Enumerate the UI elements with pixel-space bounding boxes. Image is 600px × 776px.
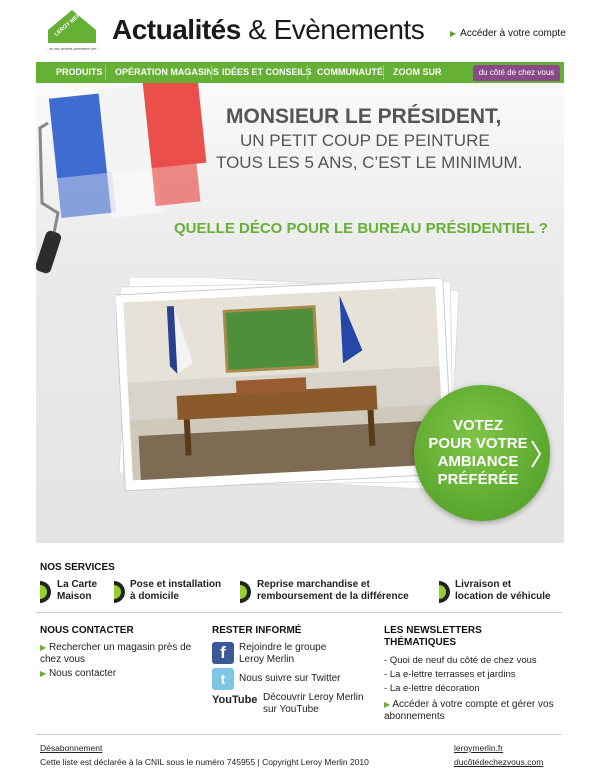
service-carte-maison[interactable]: La Carte Maison xyxy=(57,579,97,603)
chevron-right-icon xyxy=(531,440,542,468)
svg-text:...et vos envies prennent vie: ...et vos envies prennent vie ! xyxy=(46,46,98,51)
vote-button[interactable]: VOTEZ POUR VOTRE AMBIANCE PRÉFÉRÉE xyxy=(414,385,550,521)
service-bullet-icon xyxy=(40,581,51,603)
newsletter-item[interactable]: - La e-lettre décoration xyxy=(384,683,480,694)
vote-line3: AMBIANCE xyxy=(437,453,519,470)
service-bullet-icon xyxy=(240,581,251,603)
header: LEROY MERLIN ...et vos envies prennent v… xyxy=(0,0,600,60)
manage-subscriptions-link[interactable]: ▶ Accéder à votre compte et gérer vos ab… xyxy=(384,699,559,723)
vote-line4: PRÉFÉRÉE xyxy=(437,471,519,488)
service-bullet-icon xyxy=(114,581,125,603)
arrow-icon: ▶ xyxy=(384,700,391,709)
divider xyxy=(36,612,562,613)
paint-roller-illustration xyxy=(36,83,207,274)
newsletters-title: LES NEWSLETTERS THÉMATIQUES xyxy=(384,625,482,648)
facebook-icon[interactable]: f xyxy=(212,642,234,664)
arrow-icon: ▶ xyxy=(40,669,47,678)
nav-item-operation-magasins[interactable]: OPÉRATION MAGASINS xyxy=(115,62,219,83)
youtube-icon[interactable]: YouTube xyxy=(212,691,258,709)
hero-banner[interactable]: MONSIEUR LE PRÉSIDENT, UN PETIT COUP DE … xyxy=(36,83,564,543)
chezvous-link[interactable]: ducôtédechezvous.com xyxy=(454,757,543,767)
service-pose-installation[interactable]: Pose et installation à domicile xyxy=(130,579,221,603)
arrow-icon: ▶ xyxy=(450,29,457,38)
chez-vous-tab[interactable]: du côté de chez vous xyxy=(473,65,560,81)
arrow-icon: ▶ xyxy=(40,643,47,652)
contact-us-link[interactable]: ▶ Nous contacter xyxy=(40,668,116,680)
newsletter-item[interactable]: - Quoi de neuf du côté de chez vous xyxy=(384,655,537,666)
account-link[interactable]: ▶ Accéder à votre compte xyxy=(450,28,566,39)
facebook-link[interactable]: Rejoindre le groupe Leroy Merlin xyxy=(239,642,349,666)
service-livraison[interactable]: Livraison et location de véhicule xyxy=(455,579,551,603)
nav-item-produits[interactable]: PRODUITS xyxy=(56,62,103,83)
service-reprise-marchandise[interactable]: Reprise marchandise et remboursement de l… xyxy=(257,579,409,603)
unsubscribe-link[interactable]: Désabonnement xyxy=(40,743,102,753)
nav-item-idees-conseils[interactable]: IDÉES ET CONSEILS xyxy=(222,62,312,83)
contact-title: NOUS CONTACTER xyxy=(40,625,134,636)
nav-item-zoom-sur[interactable]: ZOOM SUR xyxy=(393,62,442,83)
twitter-link[interactable]: Nous suivre sur Twitter xyxy=(239,673,341,685)
headline-line1: MONSIEUR LE PRÉSIDENT, xyxy=(226,105,502,128)
nav-item-communaute[interactable]: COMMUNAUTÉ xyxy=(317,62,383,83)
find-store-link[interactable]: ▶ Rechercher un magasin près de chez vou… xyxy=(40,642,200,666)
vote-line1: VOTEZ xyxy=(452,417,503,434)
youtube-link[interactable]: Découvrir Leroy Merlin sur YouTube xyxy=(263,692,373,716)
leroy-merlin-logo[interactable]: LEROY MERLIN ...et vos envies prennent v… xyxy=(46,8,98,56)
main-nav: PRODUITS OPÉRATION MAGASINS IDÉES ET CON… xyxy=(36,62,564,83)
leroymerlin-link[interactable]: leroymerlin.fr xyxy=(454,743,503,753)
page-title: Actualités & Evènements xyxy=(112,14,425,45)
service-bullet-icon xyxy=(439,581,450,603)
informed-title: RESTER INFORMÉ xyxy=(212,625,302,636)
legal-notice: Cette liste est déclarée à la CNIL sous … xyxy=(40,757,369,767)
headline-line3: TOUS LES 5 ANS, C’EST LE MINIMUM. xyxy=(216,153,523,172)
vote-line2: POUR VOTRE xyxy=(428,435,528,452)
newsletter-item[interactable]: - La e-lettre terrasses et jardins xyxy=(384,669,515,680)
headline-line2: UN PETIT COUP DE PEINTURE xyxy=(240,131,490,150)
services-title: NOS SERVICES xyxy=(40,562,115,573)
hero-question: QUELLE DÉCO POUR LE BUREAU PRÉSIDENTIEL … xyxy=(174,220,548,237)
twitter-icon[interactable]: t xyxy=(212,668,234,690)
divider xyxy=(36,734,562,735)
